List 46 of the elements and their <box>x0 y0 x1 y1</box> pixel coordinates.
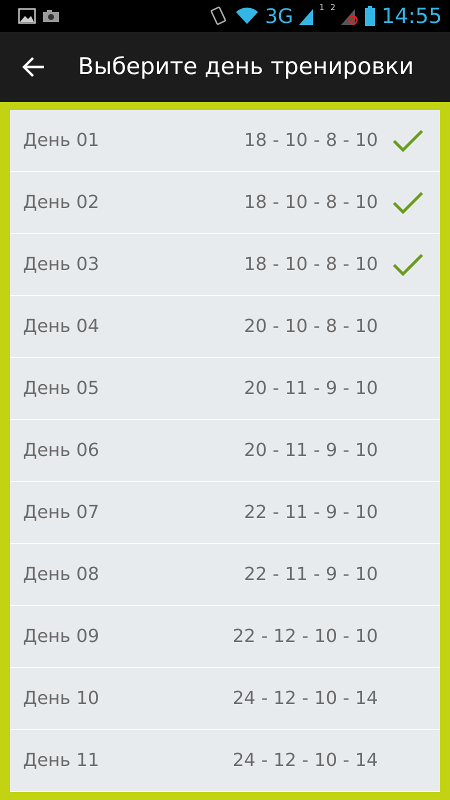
day-label: День 11 <box>23 750 100 771</box>
signal-icon <box>299 7 314 25</box>
day-row[interactable]: День 03 18 - 10 - 8 - 10 <box>10 234 440 295</box>
reps-scheme: 24 - 12 - 10 - 14 <box>232 750 378 771</box>
reps-scheme: 20 - 11 - 9 - 10 <box>244 378 378 399</box>
reps-scheme: 24 - 12 - 10 - 14 <box>232 688 378 709</box>
network-type: 3G <box>265 6 294 26</box>
image-icon <box>18 8 36 24</box>
wifi-icon <box>235 7 260 25</box>
sim-label: 2 <box>330 4 336 12</box>
day-row[interactable]: День 10 24 - 12 - 10 - 14 <box>10 668 440 729</box>
reps-scheme: 22 - 11 - 9 - 10 <box>244 502 378 523</box>
reps-scheme: 22 - 11 - 9 - 10 <box>244 564 378 585</box>
back-arrow-icon <box>22 56 46 78</box>
reps-scheme: 22 - 12 - 10 - 10 <box>232 626 378 647</box>
reps-scheme: 18 - 10 - 8 - 10 <box>244 130 378 151</box>
back-button[interactable] <box>22 56 46 78</box>
day-label: День 01 <box>23 130 100 151</box>
day-label: День 08 <box>23 564 100 585</box>
day-row[interactable]: День 01 18 - 10 - 8 - 10 <box>10 110 440 171</box>
reps-scheme: 20 - 11 - 9 - 10 <box>244 440 378 461</box>
screen-title: Выберите день тренировки <box>78 54 414 80</box>
day-label: День 02 <box>23 192 100 213</box>
reps-scheme: 18 - 10 - 8 - 10 <box>244 254 378 275</box>
no-signal-icon <box>341 7 360 25</box>
battery-icon <box>365 6 376 26</box>
day-label: День 09 <box>23 626 100 647</box>
day-row[interactable]: День 07 22 - 11 - 9 - 10 <box>10 482 440 543</box>
day-row[interactable]: День 11 24 - 12 - 10 - 14 <box>10 730 440 791</box>
day-row[interactable]: День 05 20 - 11 - 9 - 10 <box>10 358 440 419</box>
day-label: День 04 <box>23 316 100 337</box>
clock: 14:55 <box>381 6 442 26</box>
day-row[interactable]: День 08 22 - 11 - 9 - 10 <box>10 544 440 605</box>
day-row[interactable]: День 04 20 - 10 - 8 - 10 <box>10 296 440 357</box>
day-label: День 05 <box>23 378 100 399</box>
day-label: День 03 <box>23 254 100 275</box>
day-row[interactable]: День 02 18 - 10 - 8 - 10 <box>10 172 440 233</box>
sim-label: 1 <box>319 4 324 12</box>
day-row[interactable]: День 09 22 - 12 - 10 - 10 <box>10 606 440 667</box>
camera-icon <box>42 9 60 23</box>
day-label: День 10 <box>23 688 100 709</box>
reps-scheme: 18 - 10 - 8 - 10 <box>244 192 378 213</box>
day-label: День 06 <box>23 440 100 461</box>
day-row[interactable]: День 06 20 - 11 - 9 - 10 <box>10 420 440 481</box>
reps-scheme: 20 - 10 - 8 - 10 <box>244 316 378 337</box>
day-label: День 07 <box>23 502 100 523</box>
